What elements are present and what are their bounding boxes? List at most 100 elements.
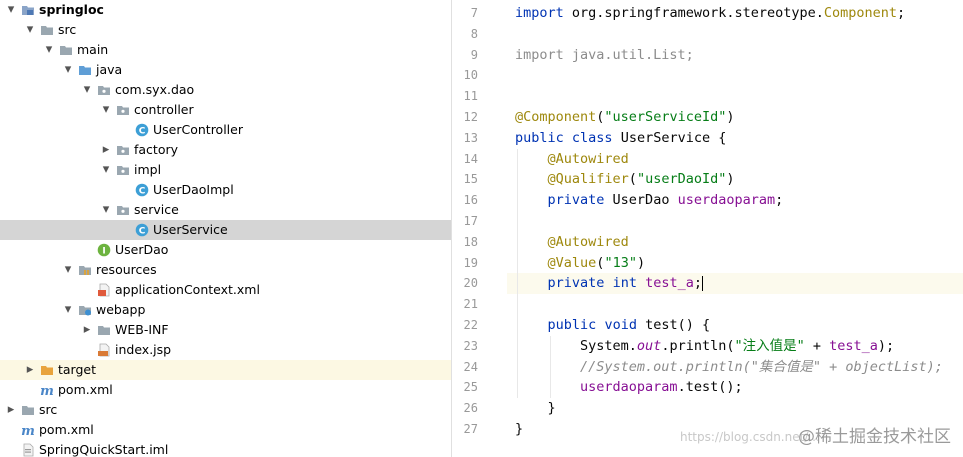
maven-file-icon: m	[40, 383, 54, 399]
tree-item-label: factory	[134, 142, 179, 157]
indent-guide	[549, 335, 551, 399]
tree-item[interactable]: ▾ main	[0, 40, 451, 60]
interface-icon: I	[97, 243, 111, 257]
tree-item[interactable]: ▾ src	[0, 20, 451, 40]
text-cursor	[702, 275, 704, 291]
svg-text:C: C	[139, 227, 146, 237]
chevron-right-icon[interactable]: ▸	[23, 360, 37, 380]
code-line[interactable]: ​ @Value("13")	[507, 253, 963, 274]
tree-item-label: src	[39, 402, 58, 417]
line-number: 13	[463, 130, 478, 145]
chevron-right-icon[interactable]: ▸	[4, 400, 18, 420]
iml-file-icon	[21, 443, 35, 457]
code-line[interactable]: ​ private UserDao userdaoparam;	[507, 190, 963, 211]
tree-item[interactable]: ▾ impl	[0, 160, 451, 180]
tree-item[interactable]: ▸ src	[0, 400, 451, 420]
module-folder-icon	[21, 3, 35, 17]
code-line[interactable]: ​import java.util.List;	[507, 45, 963, 66]
tree-item[interactable]: ▸ target	[0, 360, 451, 380]
project-tree[interactable]: ▾ springloc ▾ src ▾ main ▾ java ▾ com.syx.dao ▾ con…	[0, 0, 451, 457]
tree-item[interactable]: SpringQuickStart.iml	[0, 440, 451, 457]
tree-item[interactable]: ▾ webapp	[0, 300, 451, 320]
tree-item[interactable]: ▾ java	[0, 60, 451, 80]
tree-item[interactable]: ▾ service	[0, 200, 451, 220]
source-folder-icon	[78, 63, 92, 77]
line-number: 19	[463, 255, 478, 270]
chevron-down-icon[interactable]: ▾	[61, 60, 75, 80]
line-number: 18	[463, 234, 478, 249]
line-number: 22	[463, 318, 478, 332]
jsp-file-icon	[97, 343, 111, 357]
package-icon	[116, 163, 130, 177]
line-number: 21	[463, 297, 478, 312]
tree-item[interactable]: applicationContext.xml	[0, 280, 451, 300]
code-line[interactable]: ​public class UserService {	[507, 128, 963, 149]
package-icon	[116, 103, 130, 117]
code-line[interactable]: ​ private int test_a;	[507, 273, 963, 295]
line-number: 24	[463, 359, 478, 374]
chevron-down-icon[interactable]: ▾	[80, 80, 94, 100]
chevron-down-icon[interactable]: ▾	[23, 20, 37, 40]
line-number: 15	[463, 172, 478, 187]
code-line[interactable]: ​@Component("userServiceId")	[507, 107, 963, 128]
code-line[interactable]: ​	[507, 24, 963, 45]
tree-item[interactable]: m pom.xml	[0, 420, 451, 440]
line-number: 25	[463, 380, 478, 395]
folder-icon	[40, 23, 54, 37]
tree-item[interactable]: ▾ controller	[0, 100, 451, 120]
code-line[interactable]: ​ @Autowired	[507, 149, 963, 170]
chevron-down-icon[interactable]: ▾	[61, 300, 75, 320]
chevron-right-icon[interactable]: ▸	[80, 320, 94, 340]
svg-text:I: I	[102, 247, 105, 257]
tree-item-label: applicationContext.xml	[115, 282, 260, 297]
tree-item[interactable]: ▾ com.syx.dao	[0, 80, 451, 100]
class-icon: C	[135, 123, 149, 137]
tree-item[interactable]: C UserDaoImpl	[0, 180, 451, 200]
tree-item[interactable]: C UserService	[0, 220, 451, 240]
tree-item[interactable]: ▾ springloc	[0, 0, 451, 20]
tree-item-label: webapp	[96, 302, 146, 317]
tree-item[interactable]: ▸ factory	[0, 140, 451, 160]
code-line[interactable]: ​	[507, 211, 963, 232]
tree-item[interactable]: ▾ resources	[0, 260, 451, 280]
code-line[interactable]: ​ //System.out.println("集合值是" + objectLi…	[507, 357, 963, 378]
code-line[interactable]: ​	[507, 65, 963, 86]
code-line[interactable]: ​ userdaoparam.test();	[507, 377, 963, 398]
tree-item-label: target	[58, 362, 97, 377]
chevron-down-icon[interactable]: ▾	[42, 40, 56, 60]
tree-item-label: index.jsp	[115, 342, 172, 357]
tree-item-label: com.syx.dao	[115, 82, 195, 97]
tree-item[interactable]: C UserController	[0, 120, 451, 140]
code-line[interactable]: ​	[507, 294, 963, 315]
tree-item-label: controller	[134, 102, 194, 117]
tree-item-label: UserDao	[115, 242, 169, 257]
tree-item[interactable]: index.jsp	[0, 340, 451, 360]
code-line[interactable]: ​ System.out.println("注入值是" + test_a);	[507, 336, 963, 357]
line-number: 10	[463, 68, 478, 83]
code-line[interactable]: ​ @Autowired	[507, 232, 963, 253]
folder-icon	[97, 323, 111, 337]
code-line[interactable]: ​ @Qualifier("userDaoId")	[507, 169, 963, 190]
code-line[interactable]: ​ public void test() {	[507, 315, 963, 336]
chevron-right-icon[interactable]: ▸	[99, 140, 113, 160]
svg-text:C: C	[139, 187, 146, 197]
chevron-down-icon[interactable]: ▾	[99, 160, 113, 180]
chevron-down-icon[interactable]: ▾	[4, 0, 18, 20]
package-icon	[97, 83, 111, 97]
chevron-down-icon[interactable]: ▾	[99, 100, 113, 120]
line-number: 27	[463, 422, 478, 436]
code-line[interactable]: ​ }	[507, 398, 963, 419]
code-line[interactable]: ​	[507, 86, 963, 107]
tree-item-label: UserDaoImpl	[153, 182, 234, 197]
chevron-down-icon[interactable]: ▾	[61, 260, 75, 280]
line-number: 23	[463, 338, 478, 353]
tree-item[interactable]: m pom.xml	[0, 380, 451, 400]
code-line[interactable]: ​import org.springframework.stereotype.C…	[507, 3, 963, 24]
code-editor[interactable]: ​import org.springframework.stereotype.C…	[507, 0, 963, 457]
chevron-down-icon[interactable]: ▾	[99, 200, 113, 220]
editor-gutter: 7 8 9 10 11 12 13 14 15 16 17 18 19 20 21 22 23 24 25 26 27	[452, 0, 507, 457]
tree-item[interactable]: I UserDao	[0, 240, 451, 260]
line-number: 7	[470, 6, 478, 20]
tree-item[interactable]: ▸ WEB-INF	[0, 320, 451, 340]
tree-item-label: service	[134, 202, 179, 217]
